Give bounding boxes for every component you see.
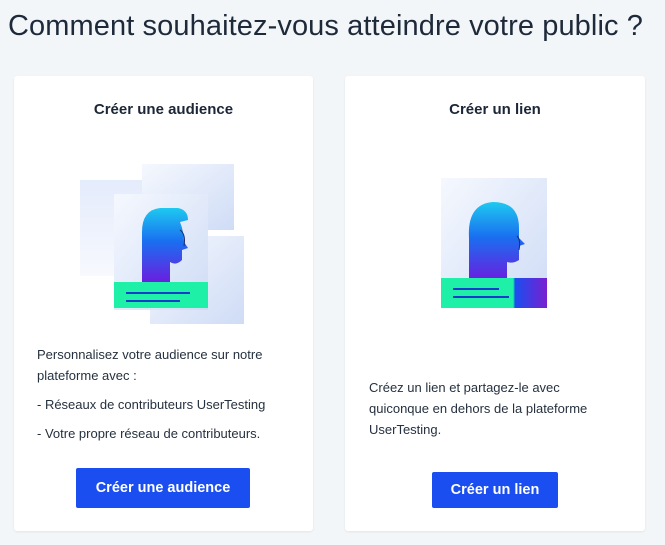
create-link-button[interactable]: Créer un lien <box>432 472 558 508</box>
description-intro: Personnalisez votre audience sur notre p… <box>37 347 263 383</box>
list-item: - Réseaux de contributeurs UserTesting <box>37 397 266 412</box>
card-title: Créer un lien <box>449 101 541 118</box>
audience-profile-cards-icon <box>80 162 246 326</box>
page-title: Comment souhaitez-vous atteindre votre p… <box>8 10 643 42</box>
list-item: - Votre propre réseau de contributeurs. <box>37 426 261 441</box>
single-profile-card-icon <box>441 178 549 310</box>
create-link-card: Créer un lien Créez un lien et partagez-… <box>345 76 645 531</box>
create-link-description: Créez un lien et partagez-le avec quicon… <box>369 377 619 440</box>
create-audience-description: Personnalisez votre audience sur notre p… <box>37 344 297 452</box>
create-audience-card: Créer une audience Personnalisez votre a… <box>14 76 313 531</box>
card-title: Créer une audience <box>93 101 234 118</box>
description-text: Créez un lien et partagez-le avec quicon… <box>369 380 588 437</box>
create-audience-button[interactable]: Créer une audience <box>76 468 250 508</box>
